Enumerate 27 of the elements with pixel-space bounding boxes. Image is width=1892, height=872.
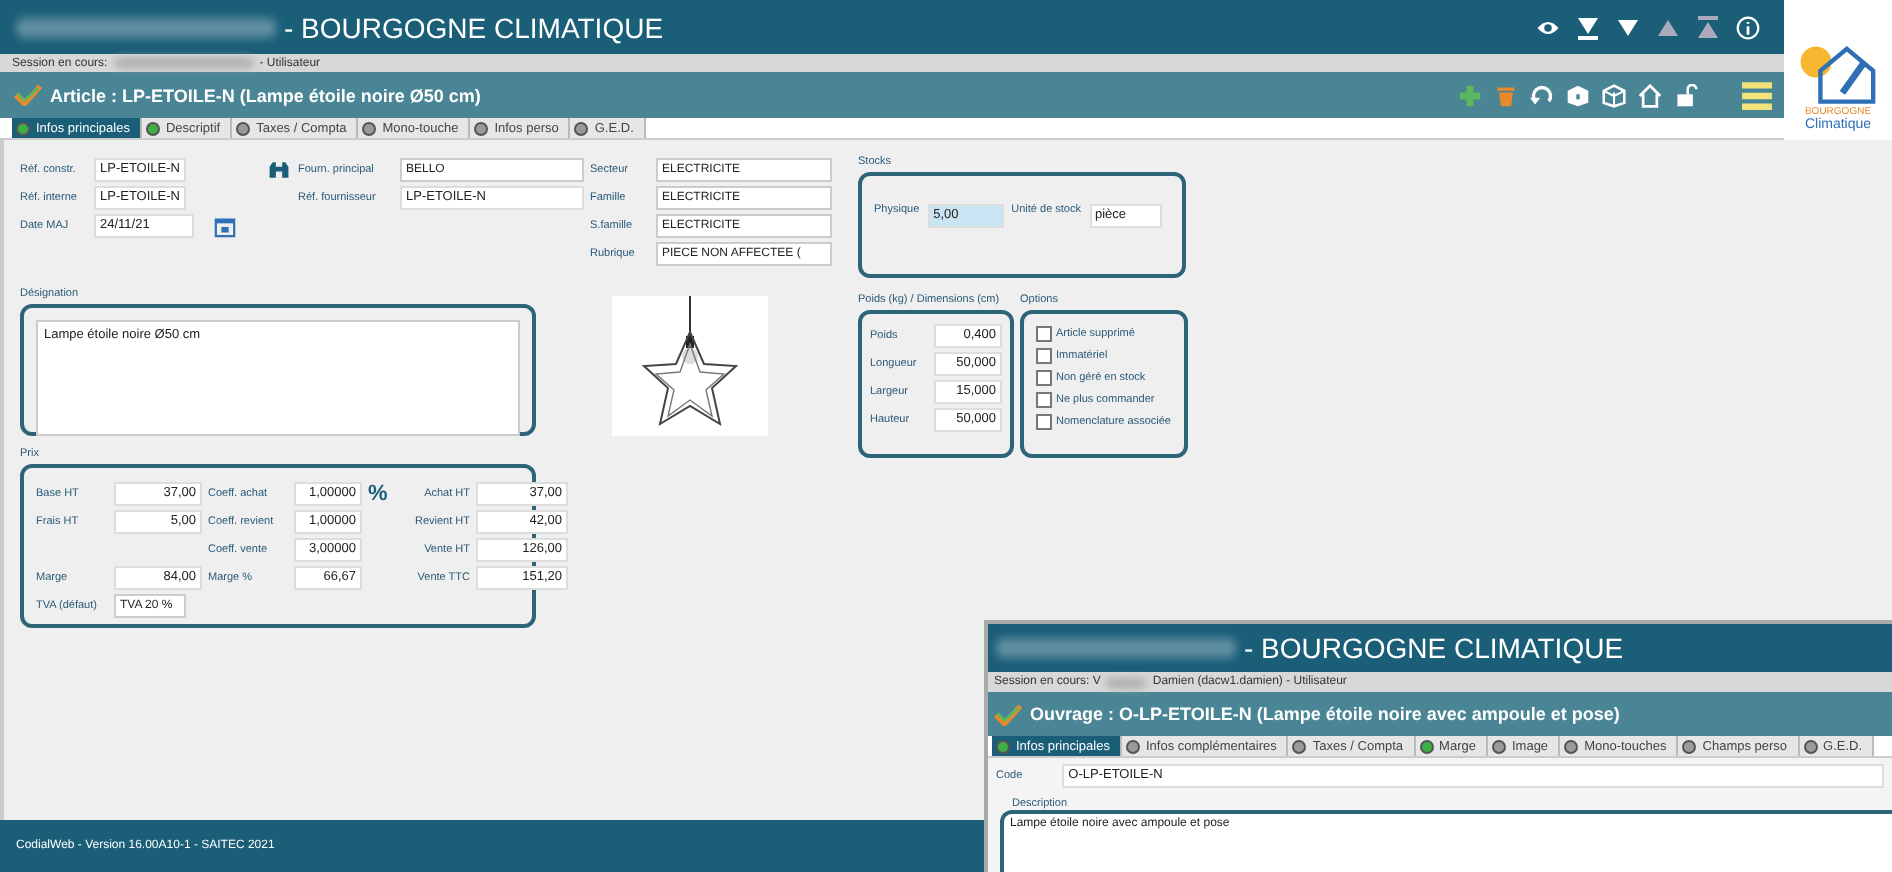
info-icon[interactable]	[1736, 15, 1760, 39]
binoculars-icon[interactable]	[268, 160, 290, 180]
checkbox[interactable]	[1036, 348, 1052, 364]
window-title: - BOURGOGNE CLIMATIQUE	[284, 11, 664, 43]
previous-record-icon[interactable]	[1656, 15, 1680, 39]
menu-icon[interactable]	[1742, 80, 1772, 110]
article-title: Ouvrage : O-LP-ETOILE-N (Lampe étoile noire avec ampoule et pose)	[1030, 704, 1620, 724]
checkmark-icon	[994, 703, 1022, 725]
box-icon[interactable]	[1566, 83, 1590, 107]
unlock-icon[interactable]	[1674, 83, 1698, 107]
calendar-icon[interactable]	[214, 215, 236, 237]
blurred-redaction	[113, 58, 254, 68]
window-title: - BOURGOGNE CLIMATIQUE	[1244, 632, 1624, 664]
blurred-redaction	[1106, 677, 1147, 687]
cubes-icon[interactable]	[1602, 83, 1626, 107]
last-record-icon[interactable]	[1576, 15, 1600, 39]
checkbox[interactable]	[1036, 414, 1052, 430]
next-record-icon[interactable]	[1616, 15, 1640, 39]
percent-icon[interactable]: %	[368, 482, 396, 506]
checkbox[interactable]	[1036, 326, 1052, 342]
checkbox[interactable]	[1036, 392, 1052, 408]
undo-icon[interactable]	[1530, 83, 1554, 107]
first-record-icon[interactable]	[1696, 15, 1720, 39]
checkbox[interactable]	[1036, 370, 1052, 386]
article-title: Article : LP-ETOILE-N (Lampe étoile noire Ø50 cm)	[50, 85, 481, 105]
checkmark-icon	[14, 84, 42, 106]
house-icon[interactable]	[1638, 83, 1662, 107]
